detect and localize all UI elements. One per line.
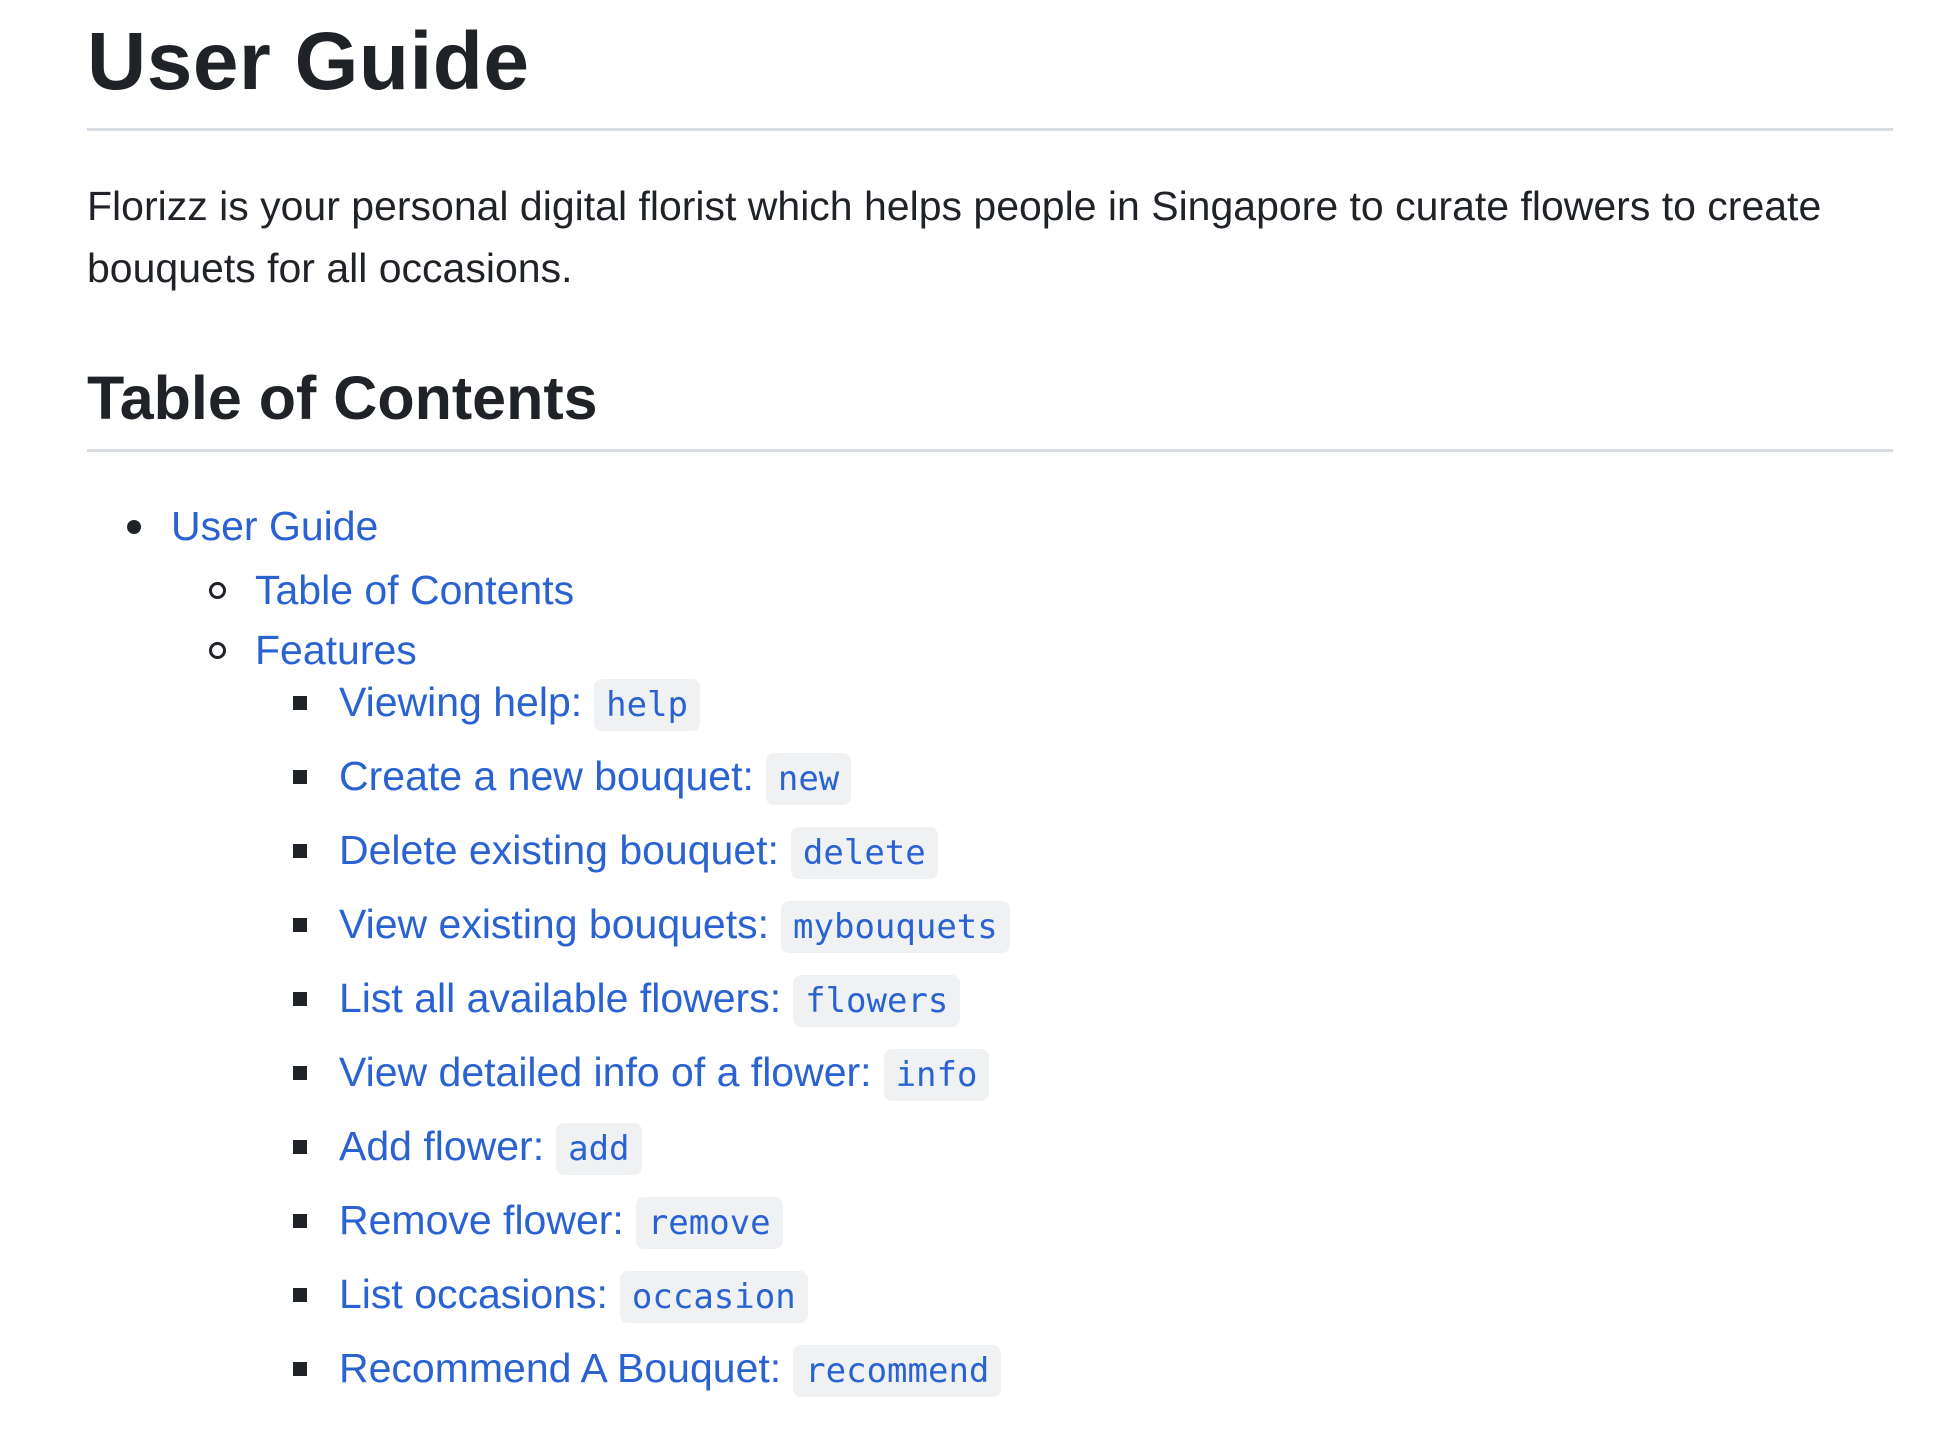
document-page: User Guide Florizz is your personal digi…	[0, 0, 1954, 1456]
toc-feature-item: Create a new bouquet: new	[293, 746, 1893, 806]
command-code: delete	[790, 827, 938, 879]
features-list: Viewing help: help Create a new bouquet: ne…	[87, 672, 1893, 1398]
toc-feature-link[interactable]: List all available flowers: flowers	[339, 975, 961, 1027]
toc-feature-item: Add flower: add	[293, 1116, 1893, 1176]
command-code: occasion	[619, 1271, 808, 1323]
toc-feature-link[interactable]: View detailed info of a flower: info	[339, 1049, 990, 1101]
square-bullet-icon	[293, 918, 307, 932]
toc-link-table-of-contents[interactable]: Table of Contents	[255, 567, 574, 613]
command-code: new	[765, 753, 852, 805]
feature-label: View existing bouquets:	[339, 901, 770, 947]
command-code: help	[594, 679, 701, 731]
toc-feature-link[interactable]: List occasions: occasion	[339, 1271, 808, 1323]
document-content: User Guide Florizz is your personal digi…	[87, 0, 1893, 1398]
toc-feature-item: View detailed info of a flower: info	[293, 1042, 1893, 1102]
toc-feature-item: List occasions: occasion	[293, 1264, 1893, 1324]
command-code: flowers	[793, 975, 961, 1027]
title-divider	[87, 128, 1893, 131]
toc-link-user-guide[interactable]: User Guide	[171, 503, 378, 549]
command-code: recommend	[793, 1345, 1002, 1397]
command-code: remove	[635, 1197, 783, 1249]
feature-label: Remove flower:	[339, 1197, 624, 1243]
toc-feature-link[interactable]: View existing bouquets: mybouquets	[339, 901, 1010, 953]
toc-feature-link[interactable]: Create a new bouquet: new	[339, 753, 852, 805]
toc-feature-item: Remove flower: remove	[293, 1190, 1893, 1250]
square-bullet-icon	[293, 1288, 307, 1302]
disc-bullet-icon	[127, 520, 141, 534]
toc-list: User Guide Table of Contents Features	[87, 496, 1893, 680]
square-bullet-icon	[293, 1362, 307, 1376]
command-code: add	[556, 1123, 642, 1175]
toc-feature-link[interactable]: Remove flower: remove	[339, 1197, 783, 1249]
square-bullet-icon	[293, 844, 307, 858]
toc-feature-item: Delete existing bouquet: delete	[293, 820, 1893, 880]
feature-label: Recommend A Bouquet:	[339, 1345, 782, 1391]
square-bullet-icon	[293, 992, 307, 1006]
feature-label: List all available flowers:	[339, 975, 782, 1021]
feature-label: Create a new bouquet:	[339, 753, 754, 799]
toc-feature-link[interactable]: Viewing help: help	[339, 679, 701, 731]
circle-bullet-icon	[209, 582, 226, 599]
feature-label: List occasions:	[339, 1271, 608, 1317]
feature-label: View detailed info of a flower:	[339, 1049, 872, 1095]
feature-label: Delete existing bouquet:	[339, 827, 779, 873]
square-bullet-icon	[293, 1066, 307, 1080]
toc-divider	[87, 449, 1893, 452]
square-bullet-icon	[293, 696, 307, 710]
toc-feature-link[interactable]: Delete existing bouquet: delete	[339, 827, 938, 879]
feature-label: Add flower:	[339, 1123, 545, 1169]
toc-feature-item: List all available flowers: flowers	[293, 968, 1893, 1028]
command-code: info	[883, 1049, 990, 1101]
intro-paragraph: Florizz is your personal digital florist…	[87, 183, 1822, 291]
toc-heading: Table of Contents	[87, 364, 598, 432]
square-bullet-icon	[293, 770, 307, 784]
toc-feature-link[interactable]: Recommend A Bouquet: recommend	[339, 1345, 1002, 1397]
feature-label: Viewing help:	[339, 679, 583, 725]
toc-feature-item: Recommend A Bouquet: recommend	[293, 1338, 1893, 1398]
toc-feature-link[interactable]: Add flower: add	[339, 1123, 642, 1175]
square-bullet-icon	[293, 1214, 307, 1228]
toc-feature-item: Viewing help: help	[293, 672, 1893, 732]
circle-bullet-icon	[209, 642, 226, 659]
toc-item-features: Features	[87, 620, 1893, 680]
toc-item-user-guide: User Guide	[87, 496, 1893, 556]
page-title: User Guide	[87, 16, 530, 107]
square-bullet-icon	[293, 1140, 307, 1154]
toc-feature-item: View existing bouquets: mybouquets	[293, 894, 1893, 954]
toc-item-table-of-contents: Table of Contents	[87, 560, 1893, 620]
toc-link-features[interactable]: Features	[255, 627, 417, 673]
command-code: mybouquets	[781, 901, 1010, 953]
